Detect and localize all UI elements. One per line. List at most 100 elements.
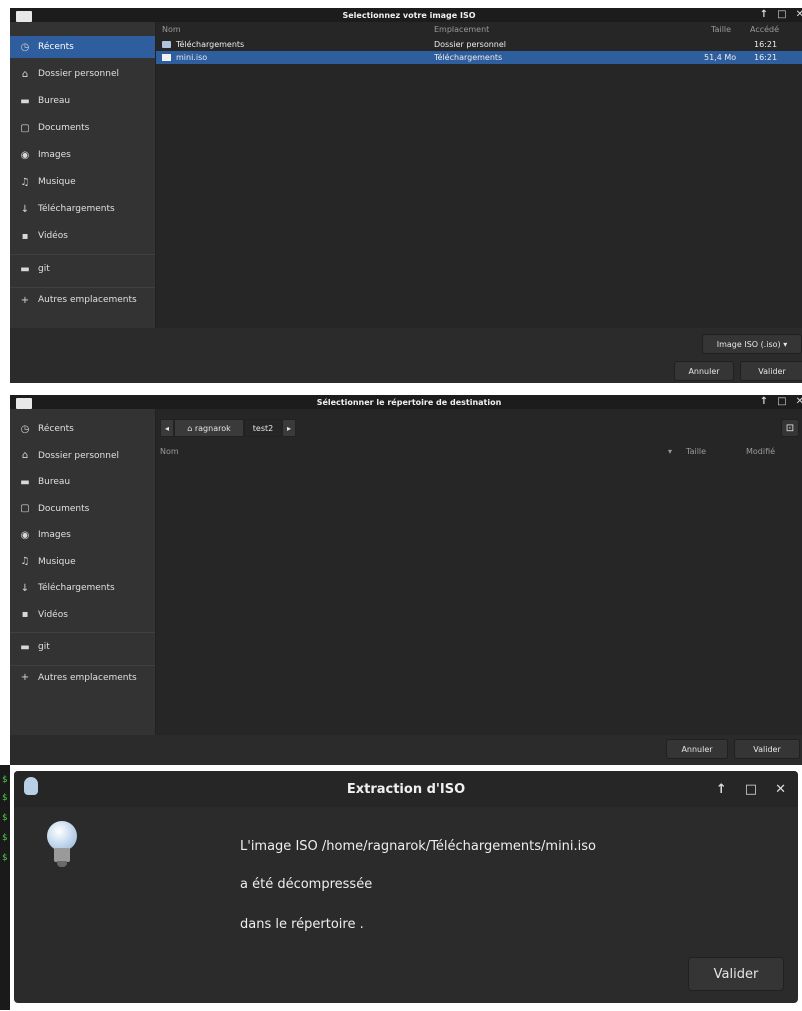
folder-icon: ▬ xyxy=(20,263,30,275)
pin-icon[interactable]: ↑ xyxy=(760,397,768,407)
maximize-icon[interactable]: □ xyxy=(777,10,786,20)
ok-button[interactable]: Valider xyxy=(740,361,802,381)
video-icon: ▪ xyxy=(21,609,29,620)
cancel-button[interactable]: Annuler xyxy=(674,361,734,381)
maximize-icon[interactable]: □ xyxy=(745,783,757,796)
dialog-footer: Image ISO (.iso) ▾ Annuler Valider xyxy=(10,328,802,383)
column-header-location[interactable]: Emplacement xyxy=(434,25,489,34)
camera-icon: ◉ xyxy=(20,529,30,541)
sidebar-item[interactable]: ▬ Bureau xyxy=(10,90,155,112)
sidebar-item[interactable]: ▬ git xyxy=(10,636,155,658)
extraction-dialog: Extraction d'ISO ↑ □ ✕ L'image ISO /home… xyxy=(14,771,798,1003)
sidebar-separator xyxy=(10,632,155,633)
ok-button[interactable]: Valider xyxy=(688,957,784,991)
sidebar-item[interactable]: ◉ Images xyxy=(10,524,155,546)
column-header-accessed[interactable]: Accédé xyxy=(750,25,779,34)
window-app-icon xyxy=(16,398,32,409)
row-accessed: 16:21 xyxy=(754,39,778,49)
sidebar-item[interactable]: + Autres emplacements xyxy=(10,667,155,689)
sidebar-item[interactable]: + Autres emplacements xyxy=(10,289,155,311)
sidebar-item-label: Documents xyxy=(38,503,90,514)
file-filter-select[interactable]: Image ISO (.iso) ▾ xyxy=(702,334,802,354)
plus-icon: + xyxy=(20,672,30,683)
sidebar-item-label: Téléchargements xyxy=(38,583,115,593)
cancel-button[interactable]: Annuler xyxy=(666,739,728,759)
window-title: Sélectionner le répertoire de destinatio… xyxy=(316,397,502,407)
sidebar-item[interactable]: ♫ Musique xyxy=(10,171,155,193)
pin-icon[interactable]: ↑ xyxy=(716,783,727,796)
row-size: 51,4 Mo xyxy=(704,53,737,62)
terminal-text: $ xyxy=(2,853,8,863)
sidebar-item[interactable]: ◷ Récents xyxy=(10,418,155,440)
plus-icon: + xyxy=(20,294,30,306)
column-header-size[interactable]: Taille xyxy=(711,25,731,34)
column-header-name[interactable]: Nom xyxy=(162,25,181,34)
sort-chevron-icon[interactable]: ▾ xyxy=(668,447,672,456)
sidebar-item[interactable]: ◉ Images xyxy=(10,144,155,166)
sidebar-item[interactable]: ⌂ Dossier personnel xyxy=(10,63,155,85)
close-icon[interactable]: ✕ xyxy=(796,397,802,407)
extraction-titlebar[interactable]: Extraction d'ISO ↑ □ ✕ xyxy=(14,771,798,807)
new-folder-button[interactable]: ⊡ xyxy=(781,419,799,437)
music-icon: ♫ xyxy=(20,176,30,188)
sidebar-separator xyxy=(10,287,155,288)
sidebar-item-label: Autres emplacements xyxy=(38,295,137,305)
camera-icon: ◉ xyxy=(20,149,30,161)
sidebar-item-label: Dossier personnel xyxy=(38,69,120,79)
sidebar-item[interactable]: ⌂ Dossier personnel xyxy=(10,445,155,467)
terminal-text: $ xyxy=(2,833,8,843)
destination-titlebar[interactable]: Sélectionner le répertoire de destinatio… xyxy=(10,395,802,409)
sidebar-item[interactable]: ▢ Documents xyxy=(10,117,155,139)
iso-select-window: Selectionnez votre image ISO ↑ □ ✕ ◷ Réce… xyxy=(10,8,802,383)
places-sidebar: ◷ Récents ⌂ Dossier personnel ▬ Bureau ▢ Docume… xyxy=(10,22,156,328)
path-back-button[interactable]: ◂ xyxy=(160,419,174,437)
sidebar-item-label: Récents xyxy=(38,424,74,434)
terminal-text: $ xyxy=(2,793,8,803)
path-bar: ◂ ⌂ ragnarok test2 ▸ xyxy=(160,419,360,437)
sidebar-item[interactable]: ↓ Téléchargements xyxy=(10,577,155,599)
download-icon: ↓ xyxy=(20,203,30,215)
path-forward-button[interactable]: ▸ xyxy=(282,419,296,437)
sidebar-item[interactable]: ▬ git xyxy=(10,258,155,280)
sidebar-item-label: Musique xyxy=(38,556,76,567)
path-current-button[interactable]: test2 xyxy=(244,419,282,437)
table-row[interactable]: mini.iso Téléchargements 51,4 Mo 16:21 xyxy=(156,51,802,64)
iso-select-titlebar[interactable]: Selectionnez votre image ISO ↑ □ ✕ xyxy=(10,8,802,22)
sidebar-item[interactable]: ♫ Musique xyxy=(10,551,155,573)
sidebar-item[interactable]: ◷ Récents xyxy=(10,36,155,58)
path-home-button[interactable]: ⌂ ragnarok xyxy=(174,419,244,437)
destination-window: Sélectionner le répertoire de destinatio… xyxy=(10,395,802,765)
table-row[interactable]: Téléchargements Dossier personnel 16:21 xyxy=(156,38,802,50)
sidebar-item[interactable]: ▬ Bureau xyxy=(10,471,155,493)
close-icon[interactable]: ✕ xyxy=(796,10,802,20)
document-icon: ▢ xyxy=(20,122,30,134)
window-app-icon xyxy=(16,11,32,22)
sidebar-item-label: Bureau xyxy=(38,477,71,487)
sidebar-item[interactable]: ↓ Téléchargements xyxy=(10,198,155,220)
message-line-3: dans le répertoire . xyxy=(240,917,364,932)
pin-icon[interactable]: ↑ xyxy=(760,10,768,20)
sidebar-item-label: Dossier personnel xyxy=(38,450,120,461)
column-header-name[interactable]: Nom xyxy=(160,447,179,456)
folder-icon: ▬ xyxy=(20,641,30,653)
row-name: Téléchargements xyxy=(176,39,245,49)
sidebar-item-label: Documents xyxy=(38,123,90,133)
sidebar-item[interactable]: ▪ Vidéos xyxy=(10,225,155,247)
column-header-size[interactable]: Taille xyxy=(686,447,706,456)
close-icon[interactable]: ✕ xyxy=(775,783,786,796)
video-icon: ▪ xyxy=(21,230,29,242)
maximize-icon[interactable]: □ xyxy=(777,397,786,407)
sidebar-item-label: Musique xyxy=(38,177,76,187)
sidebar-item-label: Bureau xyxy=(38,96,71,106)
sidebar-item[interactable]: ▢ Documents xyxy=(10,498,155,520)
ok-button[interactable]: Valider xyxy=(734,739,800,759)
terminal-text: $ xyxy=(2,775,8,785)
sidebar-separator xyxy=(10,664,155,666)
window-title: Selectionnez votre image ISO xyxy=(342,10,476,20)
column-header-modified[interactable]: Modifié xyxy=(746,447,775,456)
sidebar-item-label: Téléchargements xyxy=(38,204,115,214)
sidebar-item[interactable]: ▪ Vidéos xyxy=(10,604,155,626)
terminal-edge: $ $ $ $ $ xyxy=(0,765,10,1010)
sidebar-item-label: Vidéos xyxy=(38,609,68,620)
home-icon: ⌂ xyxy=(21,450,29,461)
